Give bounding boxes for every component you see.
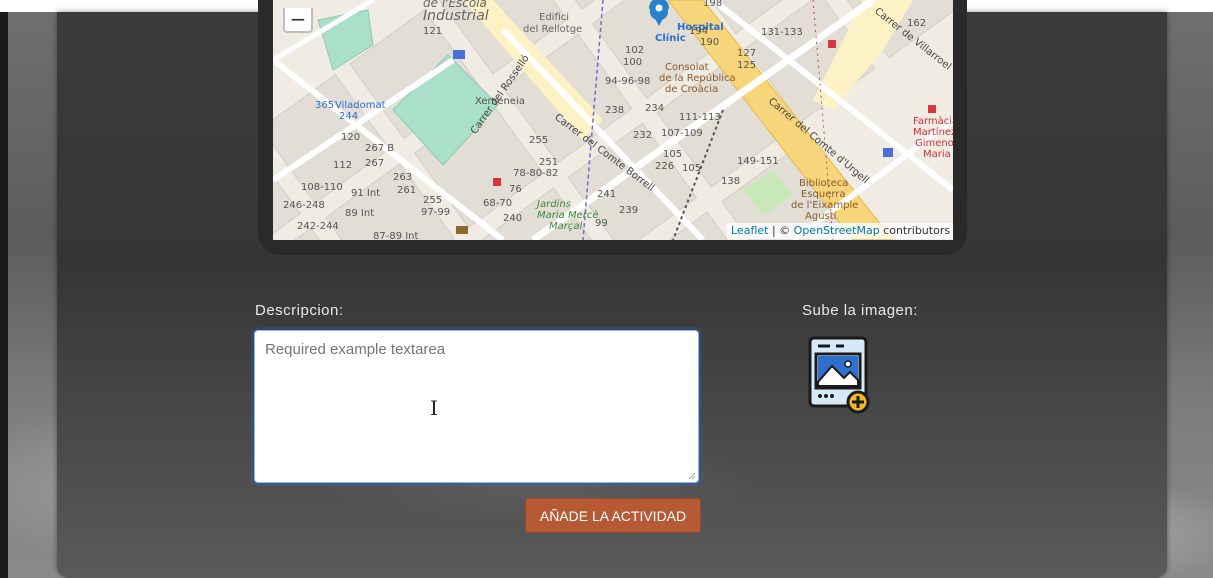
map-label: 97-99 [421,207,451,218]
map-label: Esquerra [801,189,846,200]
map-label: 255 [529,135,549,146]
map-label: 89 Int [345,208,375,219]
map-label: 242-244 [297,221,339,232]
map-label: 232 [633,130,653,141]
attribution-separator: | © [768,224,794,237]
map-label: 76 [509,184,522,195]
attribution-suffix: contributors [879,224,951,237]
map-label: Edifici [539,12,570,23]
map-label: Jardins [537,199,571,210]
map-label: 241 [597,189,617,200]
map-label: 263 [393,172,413,183]
map-label: 149-151 [737,156,779,167]
map-label: Gimeno [915,138,953,149]
map-label: 190 [700,37,720,48]
map-label: Maria [923,149,951,160]
description-textarea[interactable] [254,330,699,483]
map-label: 125 [737,60,757,71]
left-edge [0,12,8,578]
map-label: de l'Eixample [791,200,859,211]
map-label: 255 [423,195,443,206]
map-label: Marçal [549,221,583,232]
map-label: 234 [645,103,665,114]
map-label: Martínez [913,127,953,138]
map-label: 120 [341,132,361,143]
map-label: Industrial [423,8,489,24]
map-label: 239 [619,205,639,216]
map[interactable]: de l'Escola Industrial Edifici del Rello… [273,0,953,240]
map-label: 246-248 [283,200,325,211]
map-label: 112 [333,160,353,171]
map-label: Biblioteca [799,178,849,189]
map-label: 121 [423,26,443,37]
map-label: Agustí [805,211,837,222]
add-activity-button[interactable]: AÑADE LA ACTIVIDAD [525,498,701,533]
map-label: 94-96-98 [605,76,651,87]
map-label: Farmàcia [913,116,953,127]
map-label: 68-70 [483,198,513,209]
map-label: Clínic [655,33,686,44]
text-cursor-icon: I [430,396,438,420]
map-label: Maria Mercè [537,210,599,221]
map-label: 198 [703,0,723,9]
map-label: 107-109 [661,128,703,139]
map-label: 267 B [365,143,395,154]
map-label: 91 Int [351,188,381,199]
leaflet-link[interactable]: Leaflet [731,224,768,237]
map-label: 261 [397,185,417,196]
map-label: de Croàcia [665,84,719,95]
map-label: del Rellotge [523,24,583,35]
zoom-out-button[interactable]: − [283,8,313,33]
map-label: 131-133 [761,27,803,38]
map-label: Viladomat [335,100,386,111]
map-label: 251 [539,157,559,168]
map-label: 162 [907,18,927,29]
description-label: Descripcion: [255,302,344,319]
map-label: 267 [365,158,385,169]
map-label: 194 [689,26,709,37]
image-upload-label: Sube la imagen: [802,302,918,319]
map-attribution: Leaflet | © OpenStreetMap contributors [727,223,953,239]
map-label: 111-113 [679,112,721,123]
map-label: 127 [737,48,757,59]
map-label: 365 [315,100,335,111]
resize-grip-icon[interactable] [688,472,696,480]
map-label: 100 [623,57,643,68]
osm-link[interactable]: OpenStreetMap [794,224,880,237]
map-label: 238 [605,105,625,116]
map-label: 105 [663,149,683,160]
map-label: 240 [503,213,523,224]
map-label: de la República [659,73,736,84]
map-label: 78-80-82 [513,168,559,179]
map-label: 105 [682,163,702,174]
map-label: 108-110 [301,182,343,193]
map-label: 102 [625,45,645,56]
map-label: 138 [721,176,741,187]
map-label: Consolat [665,62,709,73]
map-label: 244 [339,111,359,122]
image-upload-icon[interactable] [808,336,872,414]
map-label: 87-89 Int [373,231,419,240]
map-label: 226 [655,161,675,172]
